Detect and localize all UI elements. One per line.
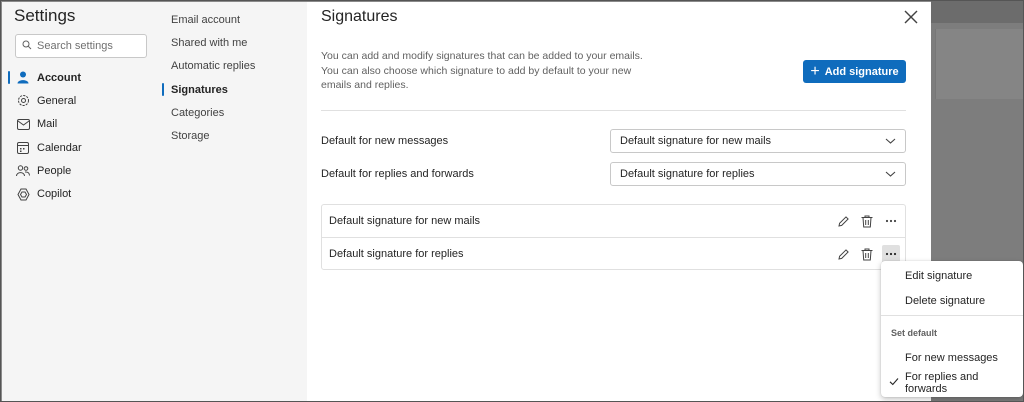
intro-text: You can add and modify signatures that c… (321, 50, 643, 91)
chevron-down-icon (885, 169, 896, 181)
nav-item-label: People (37, 164, 72, 177)
add-signature-label: Add signature (824, 65, 899, 78)
nav-item-label: Mail (37, 118, 58, 131)
pencil-icon (837, 248, 849, 260)
nav-item-label: Calendar (37, 141, 82, 154)
mail-icon (16, 117, 30, 131)
settings-nav: Settings Account General (2, 2, 156, 401)
more-options-button[interactable] (882, 212, 900, 230)
close-button[interactable] (901, 7, 921, 27)
signatures-panel: Signatures You can add and modify signat… (307, 2, 931, 401)
default-new-value: Default signature for new mails (620, 135, 772, 147)
divider (321, 110, 906, 111)
add-signature-button[interactable]: + Add signature (803, 60, 906, 83)
nav-item-label: Account (37, 71, 81, 84)
default-replies-value: Default signature for replies (620, 168, 755, 180)
signature-list: Default signature for new mails Default … (321, 204, 906, 270)
subnav-list: Email account Shared with me Automatic r… (156, 8, 307, 148)
nav-item-account[interactable]: Account (2, 66, 156, 89)
calendar-icon (16, 141, 30, 155)
close-icon (904, 10, 918, 24)
app-window: Settings Account General (0, 0, 1024, 402)
delete-button[interactable] (858, 212, 876, 230)
subnav-item-shared-with-me[interactable]: Shared with me (156, 31, 307, 54)
subnav-item-email-account[interactable]: Email account (156, 8, 307, 31)
copilot-icon (16, 187, 30, 201)
search-box[interactable] (15, 34, 147, 58)
signature-context-menu: Edit signature Delete signature Set defa… (881, 261, 1023, 397)
nav-item-label: General (37, 94, 77, 107)
nav-list: Account General Mail Calendar People Cop… (2, 66, 156, 206)
people-icon (16, 164, 30, 178)
default-replies-label: Default for replies and forwards (321, 168, 474, 180)
gear-icon (16, 94, 30, 108)
subnav-item-automatic-replies[interactable]: Automatic replies (156, 55, 307, 78)
menu-item-for-new-messages[interactable]: For new messages (881, 347, 1023, 369)
person-icon (16, 71, 30, 85)
list-item: Default signature for replies (322, 237, 905, 269)
pencil-icon (837, 215, 849, 227)
default-new-select[interactable]: Default signature for new mails (610, 129, 906, 153)
menu-section-header: Set default (891, 328, 938, 338)
more-icon (885, 252, 897, 256)
page-title: Signatures (321, 8, 398, 25)
subnav-item-storage[interactable]: Storage (156, 124, 307, 147)
nav-item-label: Copilot (37, 188, 72, 201)
subnav-item-categories[interactable]: Categories (156, 101, 307, 124)
trash-icon (861, 248, 873, 260)
plus-icon: + (810, 62, 820, 80)
search-icon (22, 37, 32, 55)
background-panel (935, 29, 1023, 99)
default-new-label: Default for new messages (321, 135, 449, 147)
edit-button[interactable] (834, 212, 852, 230)
nav-item-copilot[interactable]: Copilot (2, 182, 156, 205)
nav-item-people[interactable]: People (2, 159, 156, 182)
account-subnav: Email account Shared with me Automatic r… (156, 2, 307, 401)
more-icon (885, 219, 897, 223)
background-bar (931, 1, 1023, 23)
signature-name: Default signature for replies (329, 247, 464, 260)
row-actions (834, 212, 900, 230)
menu-divider (881, 315, 1023, 316)
menu-item-label: For replies and forwards (905, 371, 979, 395)
delete-button[interactable] (858, 245, 876, 263)
signature-name: Default signature for new mails (329, 215, 481, 227)
default-replies-select[interactable]: Default signature for replies (610, 162, 906, 186)
edit-button[interactable] (834, 245, 852, 263)
settings-title: Settings (14, 6, 76, 25)
search-input[interactable] (37, 40, 137, 52)
menu-item-delete-signature[interactable]: Delete signature (881, 290, 1023, 312)
chevron-down-icon (885, 136, 896, 148)
menu-item-edit-signature[interactable]: Edit signature (881, 265, 1023, 287)
menu-item-for-replies-and-forwards[interactable]: For replies and forwards (881, 371, 1023, 395)
nav-item-mail[interactable]: Mail (2, 113, 156, 136)
nav-item-general[interactable]: General (2, 89, 156, 112)
trash-icon (861, 215, 873, 227)
nav-item-calendar[interactable]: Calendar (2, 136, 156, 159)
list-item: Default signature for new mails (322, 205, 905, 237)
subnav-item-signatures[interactable]: Signatures (156, 78, 307, 101)
checkmark-icon (889, 377, 899, 389)
